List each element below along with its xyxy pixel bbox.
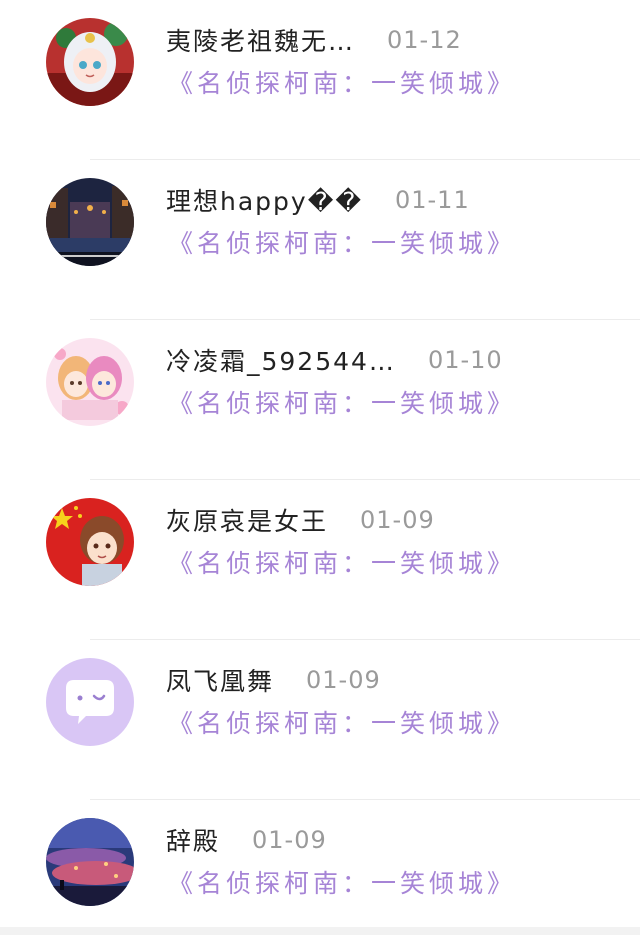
sunset-sky-avatar-icon — [46, 818, 134, 906]
comment-date: 01-11 — [394, 186, 470, 214]
book-title-link[interactable]: 《名侦探柯南：一笑倾城》 — [168, 64, 516, 100]
list-item[interactable]: 灰原哀是女王 01-09 《名侦探柯南：一笑倾城》 — [0, 480, 640, 640]
comment-list: 夷陵老祖魏无… 01-12 《名侦探柯南：一笑倾城》 理想happy�� 01-… — [0, 0, 640, 935]
book-title-link[interactable]: 《名侦探柯南：一笑倾城》 — [168, 704, 516, 740]
list-item[interactable]: 理想happy�� 01-11 《名侦探柯南：一笑倾城》 — [0, 160, 640, 320]
list-item[interactable]: 辞殿 01-09 《名侦探柯南：一笑倾城》 — [0, 800, 640, 935]
username[interactable]: 冷凌霜_592544… — [166, 342, 396, 378]
avatar[interactable] — [46, 18, 134, 106]
book-title-link[interactable]: 《名侦探柯南：一笑倾城》 — [168, 384, 516, 420]
flag-anime-boy-avatar-icon — [46, 498, 134, 586]
book-title-link[interactable]: 《名侦探柯南：一笑倾城》 — [168, 864, 516, 900]
comment-date: 01-09 — [306, 666, 381, 694]
avatar[interactable] — [46, 498, 134, 586]
comment-date: 01-10 — [427, 346, 503, 374]
bottom-divider — [0, 927, 640, 935]
avatar[interactable] — [46, 178, 134, 266]
comment-date: 01-09 — [360, 506, 435, 534]
night-street-scene-avatar-icon — [46, 178, 134, 266]
avatar[interactable] — [46, 338, 134, 426]
default-chat-bubble-avatar-icon — [46, 658, 134, 746]
username[interactable]: 凤飞凰舞 — [166, 662, 274, 698]
anime-girl-white-hair-avatar-icon — [46, 18, 134, 106]
avatar[interactable] — [46, 658, 134, 746]
username[interactable]: 夷陵老祖魏无… — [166, 22, 355, 58]
username[interactable]: 辞殿 — [166, 822, 220, 858]
avatar[interactable] — [46, 818, 134, 906]
book-title-link[interactable]: 《名侦探柯南：一笑倾城》 — [168, 224, 516, 260]
two-anime-girls-avatar-icon — [46, 338, 134, 426]
comment-date: 01-09 — [252, 826, 327, 854]
username[interactable]: 灰原哀是女王 — [166, 502, 328, 538]
comment-date: 01-12 — [387, 26, 462, 54]
book-title-link[interactable]: 《名侦探柯南：一笑倾城》 — [168, 544, 516, 580]
list-item[interactable]: 夷陵老祖魏无… 01-12 《名侦探柯南：一笑倾城》 — [0, 0, 640, 160]
list-item[interactable]: 冷凌霜_592544… 01-10 《名侦探柯南：一笑倾城》 — [0, 320, 640, 480]
list-item[interactable]: 凤飞凰舞 01-09 《名侦探柯南：一笑倾城》 — [0, 640, 640, 800]
username[interactable]: 理想happy�� — [166, 182, 363, 218]
